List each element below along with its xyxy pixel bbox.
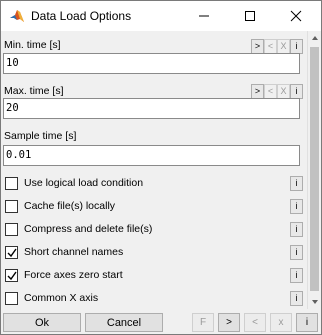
checkbox-common-x-axis[interactable] (5, 292, 18, 305)
cancel-button[interactable]: Cancel (85, 313, 163, 332)
min-time-next-button[interactable]: > (251, 39, 264, 54)
cache-files-info-button[interactable]: i (290, 199, 303, 214)
common-x-axis-info-button[interactable]: i (290, 291, 303, 306)
max-time-clear-button[interactable]: X (277, 84, 290, 99)
min-time-info-button[interactable]: i (290, 39, 303, 54)
maximize-button[interactable] (227, 1, 273, 31)
force-axes-zero-info-button[interactable]: i (290, 268, 303, 283)
min-time-clear-button[interactable]: X (277, 39, 290, 54)
nav-next-button[interactable]: > (218, 313, 240, 332)
scrollbar-thumb[interactable] (310, 47, 319, 291)
max-time-info-button[interactable]: i (290, 84, 303, 99)
minimize-button[interactable] (181, 1, 227, 31)
nav-f-button[interactable]: F (192, 313, 214, 332)
scroll-up-icon[interactable] (308, 31, 321, 45)
scroll-down-icon[interactable] (308, 295, 321, 309)
checkbox-label: Use logical load condition (24, 177, 144, 189)
nav-prev-button[interactable]: < (244, 313, 266, 332)
matlab-icon (9, 8, 25, 24)
button-bar: Ok Cancel F > < x i (1, 311, 321, 334)
checkbox-label: Common X axis (24, 292, 99, 304)
nav-close-button[interactable]: x (270, 313, 292, 332)
nav-info-button[interactable]: i (296, 313, 318, 332)
checkbox-logical-load[interactable] (5, 177, 18, 190)
compress-delete-info-button[interactable]: i (290, 222, 303, 237)
min-time-input[interactable]: 10 (3, 53, 300, 74)
options-panel: Min. time [s] > < X i 10 Max. time [s] >… (1, 31, 307, 311)
sample-time-input[interactable]: 0.01 (3, 145, 300, 166)
close-icon (290, 10, 302, 22)
checkbox-force-axes-zero[interactable] (5, 269, 18, 282)
max-time-input[interactable]: 20 (3, 98, 300, 119)
maximize-icon (245, 11, 255, 21)
title-bar: Data Load Options (1, 1, 321, 31)
vertical-scrollbar[interactable] (307, 31, 321, 309)
checkbox-label: Compress and delete file(s) (24, 223, 153, 235)
window-title: Data Load Options (31, 9, 132, 23)
max-time-label: Max. time [s] (4, 85, 64, 97)
ok-button[interactable]: Ok (3, 313, 81, 332)
checkmark-icon (7, 271, 17, 281)
max-time-prev-button[interactable]: < (264, 84, 277, 99)
checkbox-short-channel-names[interactable] (5, 246, 18, 259)
sample-time-label: Sample time [s] (4, 130, 77, 142)
checkbox-label: Force axes zero start (24, 269, 123, 281)
short-channel-names-info-button[interactable]: i (290, 245, 303, 260)
dialog-window: Data Load Options Min. time [s] > < X i … (0, 0, 322, 335)
checkmark-icon (7, 248, 17, 258)
min-time-label: Min. time [s] (4, 39, 61, 51)
checkbox-label: Cache file(s) locally (24, 200, 116, 212)
minimize-icon (199, 15, 209, 17)
checkbox-cache-files[interactable] (5, 200, 18, 213)
checkbox-compress-delete[interactable] (5, 223, 18, 236)
logical-load-info-button[interactable]: i (290, 176, 303, 191)
min-time-prev-button[interactable]: < (264, 39, 277, 54)
max-time-next-button[interactable]: > (251, 84, 264, 99)
checkbox-label: Short channel names (24, 246, 124, 258)
close-button[interactable] (273, 1, 319, 31)
